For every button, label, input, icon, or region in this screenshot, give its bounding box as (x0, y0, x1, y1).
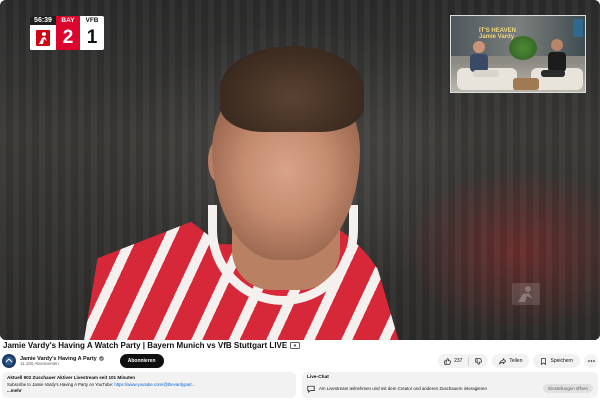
scoreboard-clock-block: 56:39 (30, 16, 56, 50)
video-title-text: Jamie Vardy's Having A Watch Party | Bay… (3, 341, 288, 350)
bundesliga-logo-icon (30, 25, 56, 50)
studio-table (513, 78, 539, 90)
video-actions: 237 Teilen Speichern (438, 354, 598, 368)
player-hair (220, 46, 364, 132)
video-title: Jamie Vardy's Having A Watch Party | Bay… (3, 341, 301, 350)
channel-info: Jamie Vardy's Having A Party 11.100 Abon… (20, 356, 104, 367)
live-broadcast-icon (290, 342, 301, 349)
away-score: 1 (80, 25, 104, 50)
thumbs-up-icon (444, 357, 451, 365)
share-icon (499, 357, 507, 364)
home-team-abbr: BAY (56, 16, 80, 25)
save-button[interactable]: Speichern (533, 354, 580, 368)
viewer-stats: Aktuell 902 Zuschauer Aktiver Livestream… (7, 375, 135, 380)
live-chat-text: Am Livestream teilnehmen und mit dem Cre… (319, 386, 487, 391)
verified-icon (98, 356, 104, 361)
bundesliga-watermark-icon (512, 283, 540, 305)
subscribe-button[interactable]: Abonnieren (119, 354, 164, 368)
like-button[interactable]: 237 (438, 354, 468, 368)
live-chat-title: Live-Chat (307, 375, 329, 380)
more-actions-button[interactable] (584, 354, 598, 368)
studio-pip-overlay: IT'S HEAVEN Jamie Vardy (450, 15, 586, 93)
away-team-score: VFB 1 (80, 16, 104, 50)
home-score: 2 (56, 25, 80, 50)
live-chat-panel: Live-Chat Am Livestream teilnehmen und m… (302, 372, 598, 398)
channel-avatar[interactable] (2, 354, 16, 368)
chat-bubble-icon (307, 385, 315, 393)
channel-logo-icon (4, 356, 14, 366)
studio-plant (509, 36, 537, 60)
host-left-figure (470, 41, 499, 77)
description-text: Subscribe to Jamie Vardy's Having A Part… (7, 382, 291, 387)
like-dislike-group: 237 (438, 354, 489, 368)
share-button[interactable]: Teilen (492, 354, 530, 368)
description-link[interactable]: https://www.youtube.com/@thevardypart... (114, 382, 195, 387)
save-label: Speichern (550, 358, 573, 364)
description-prefix: Subscribe to Jamie Vardy's Having A Part… (7, 382, 115, 387)
channel-row: Jamie Vardy's Having A Party 11.100 Abon… (2, 352, 598, 370)
save-playlist-icon (541, 357, 547, 365)
host-right-figure (541, 39, 566, 77)
studio-screen (573, 19, 583, 37)
subscriber-count: 11.100 Abonnenten (20, 360, 59, 366)
away-team-abbr: VFB (80, 16, 104, 25)
home-team-score: BAY 2 (56, 16, 80, 50)
share-label: Teilen (509, 358, 523, 364)
dislike-button[interactable] (469, 354, 488, 368)
video-player[interactable]: 56:39 BAY 2 VFB 1 IT'S HEAVEN Jamie Vard… (0, 0, 600, 340)
match-clock: 56:39 (30, 16, 56, 25)
more-horizontal-icon (587, 360, 595, 362)
live-chat-body: Am Livestream teilnehmen und mit dem Cre… (307, 384, 593, 393)
description-box[interactable]: Aktuell 902 Zuschauer Aktiver Livestream… (2, 372, 296, 398)
scoreboard: 56:39 BAY 2 VFB 1 (30, 16, 104, 50)
open-settings-button[interactable]: Einstellungen öffnen (543, 384, 593, 393)
thumbs-down-icon (475, 357, 483, 365)
description-more-link[interactable]: ...mehr (7, 388, 291, 393)
like-count: 237 (454, 358, 463, 364)
